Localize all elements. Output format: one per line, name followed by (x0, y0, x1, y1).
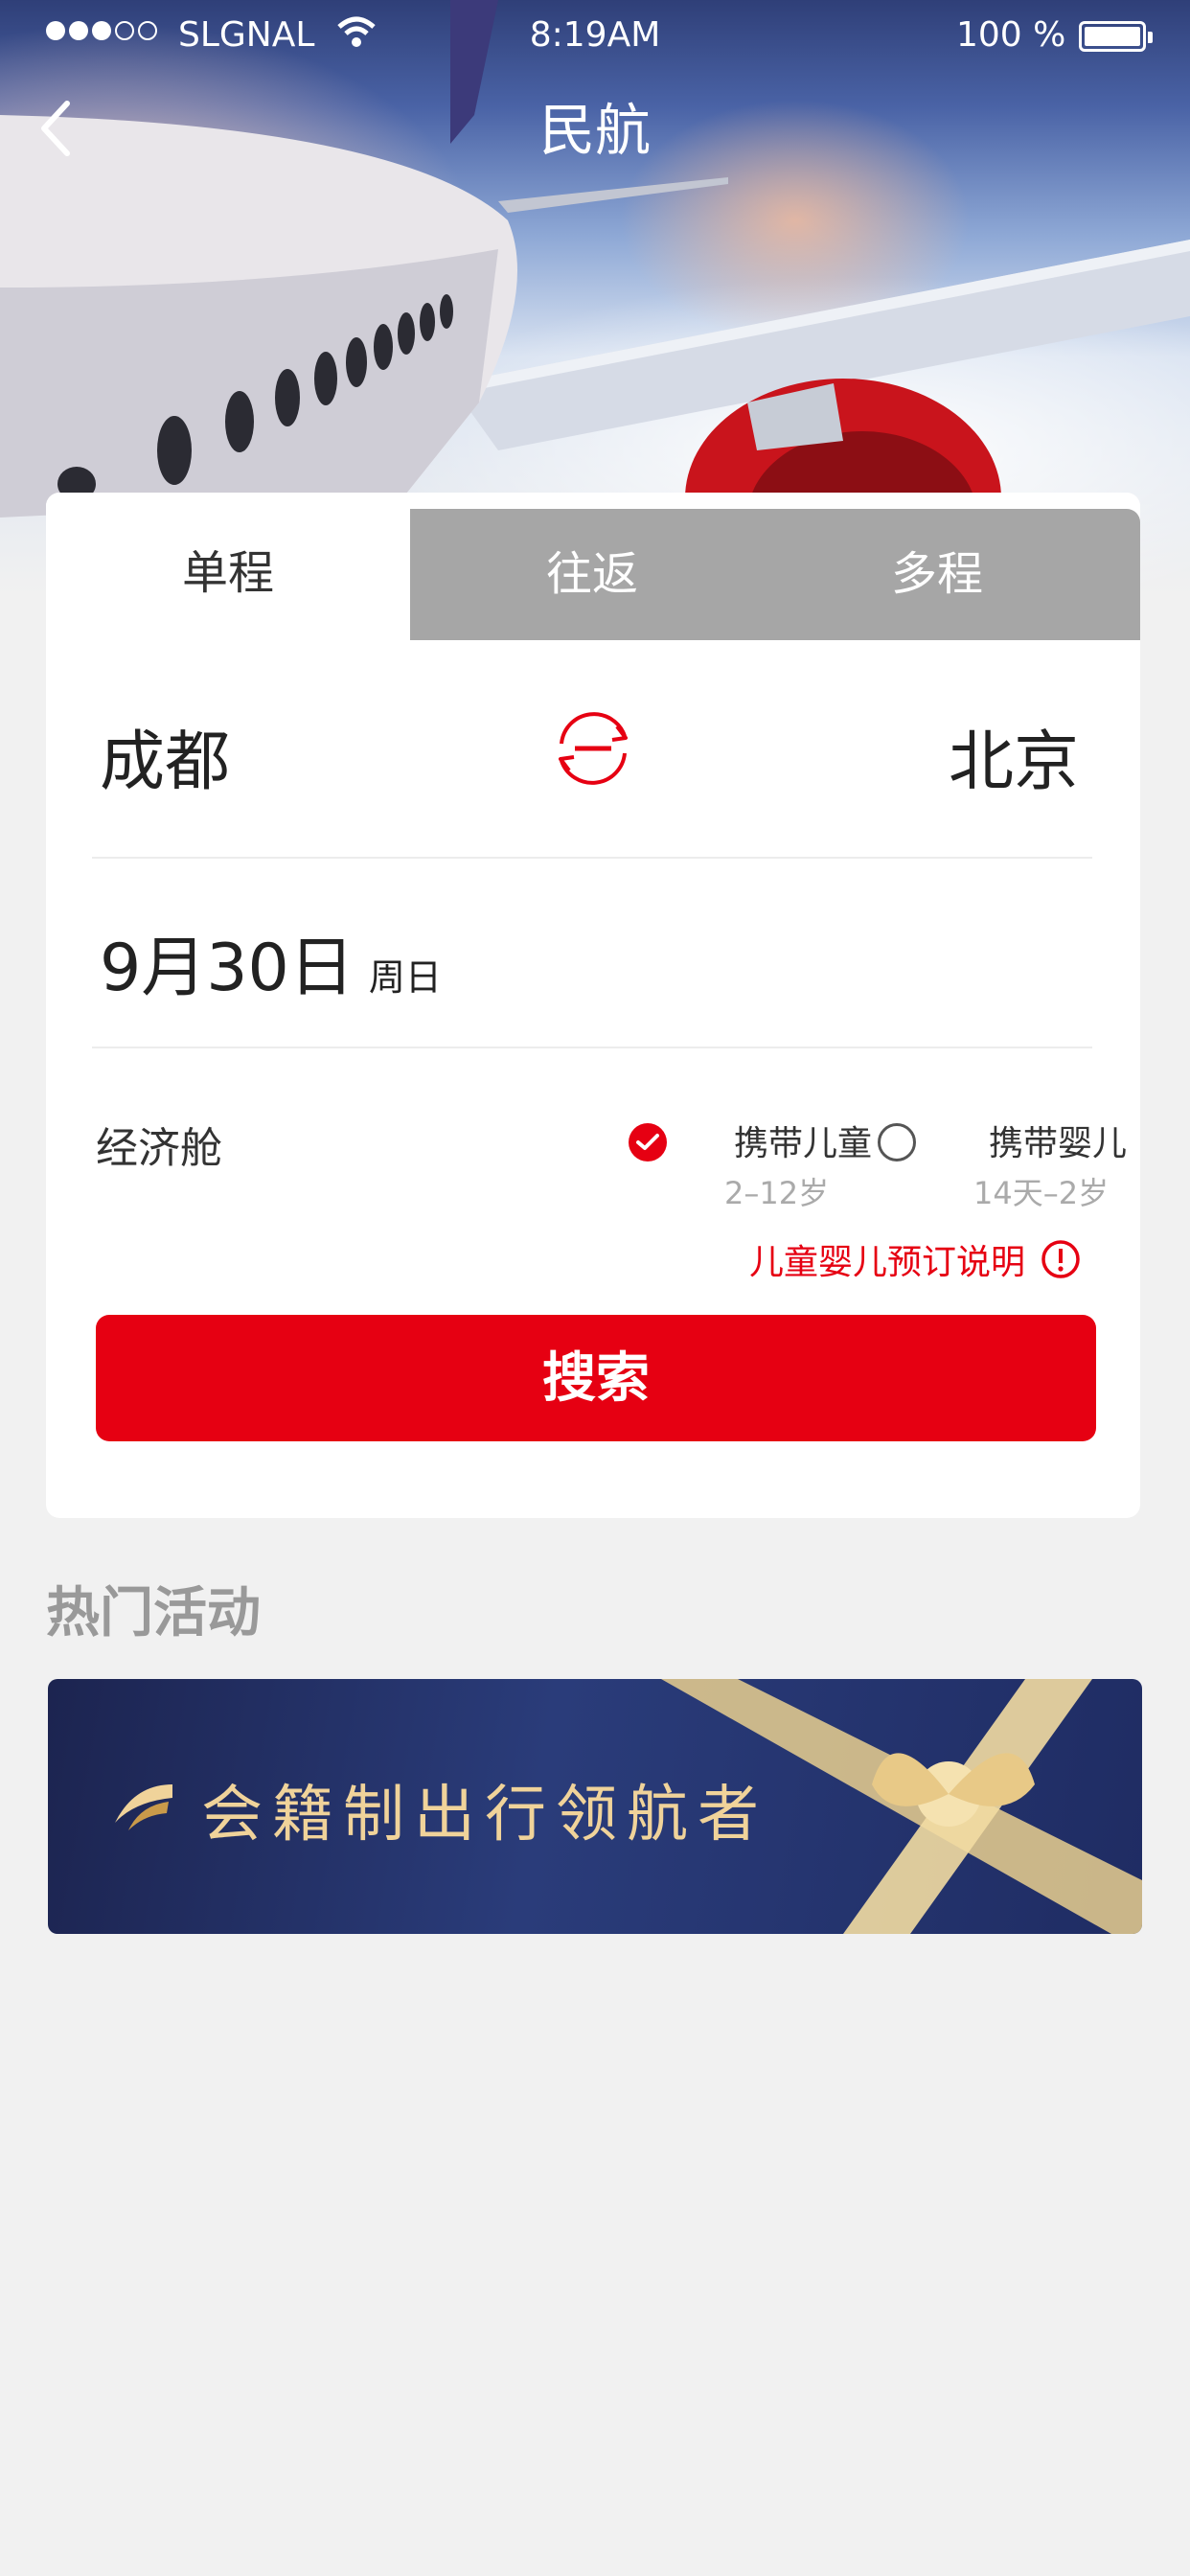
page-title: 民航 (538, 98, 651, 163)
search-button[interactable]: 搜索 (96, 1315, 1096, 1441)
booking-note-text: 儿童婴儿预订说明 (748, 1243, 1025, 1282)
booking-note-link[interactable]: 儿童婴儿预订说明 (749, 1234, 1081, 1284)
infant-checkbox[interactable] (878, 1123, 916, 1162)
flight-search-card: 单程 往返 多程 成都 北京 9月30日 周日 经济舱 携带儿童 2–12岁 携… (46, 493, 1140, 1518)
trip-type-tabs: 单程 往返 多程 (46, 493, 1140, 640)
child-checkbox[interactable] (629, 1123, 667, 1162)
departure-weekday: 周日 (368, 956, 442, 999)
status-bar: SLGNAL 8:19AM 100 % (0, 0, 1190, 73)
tab-multi-city[interactable]: 多程 (755, 509, 1119, 640)
child-option-label: 携带儿童 (734, 1124, 873, 1163)
swap-cities-icon[interactable] (550, 705, 636, 792)
hot-activities-heading: 热门活动 (46, 1582, 261, 1644)
cabin-class-selector[interactable]: 经济舱 (96, 1114, 222, 1175)
departure-date-field[interactable]: 9月30日 周日 (100, 914, 442, 1009)
battery-percentage: 100 % (956, 15, 1066, 55)
nav-bar: 民航 (0, 92, 1190, 169)
battery-icon (1079, 21, 1153, 52)
infant-option-label: 携带婴儿 (989, 1124, 1128, 1163)
promo-banner[interactable]: 会籍制出行领航者 (48, 1679, 1142, 1934)
arrival-city[interactable]: 北京 (949, 708, 1079, 803)
airline-logo-icon (115, 1784, 172, 1830)
divider (92, 857, 1092, 859)
tab-round-trip[interactable]: 往返 (410, 509, 774, 640)
tab-one-way[interactable]: 单程 (46, 493, 410, 640)
departure-date: 9月30日 (100, 931, 355, 1006)
child-age-range: 2–12岁 (724, 1175, 830, 1211)
infant-age-range: 14天–2岁 (973, 1175, 1110, 1211)
divider (92, 1046, 1092, 1048)
departure-city[interactable]: 成都 (100, 708, 230, 803)
banner-slogan: 会籍制出行领航者 (201, 1780, 768, 1851)
alert-icon (1041, 1240, 1080, 1278)
